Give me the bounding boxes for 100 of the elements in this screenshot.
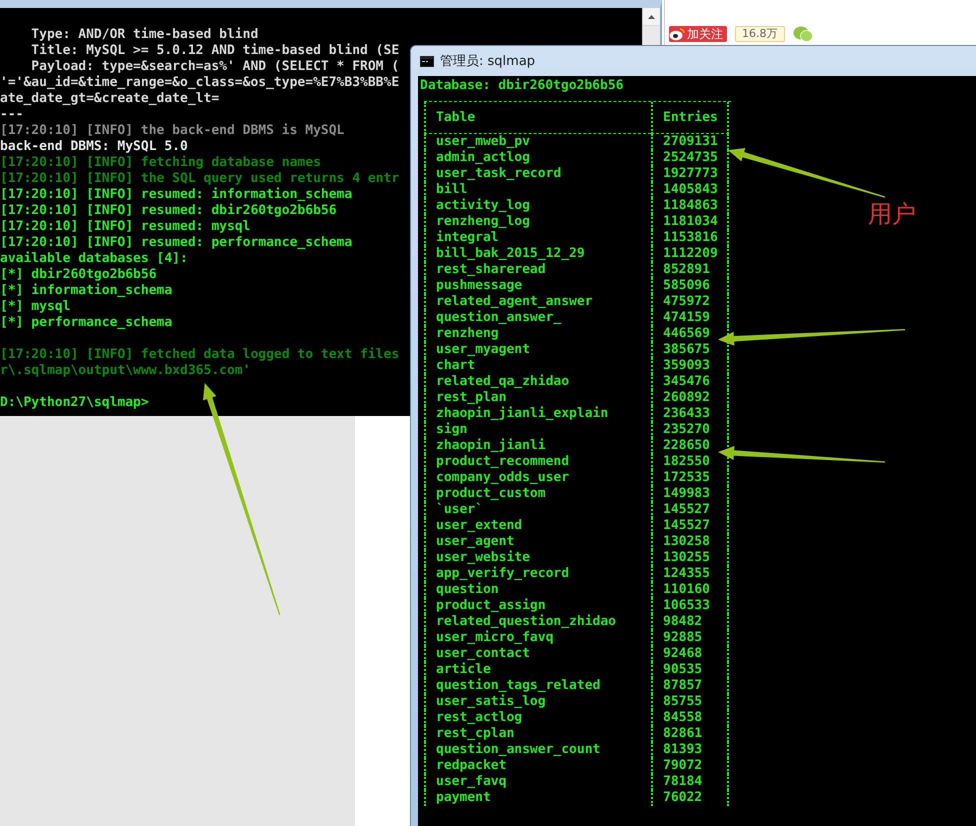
table-name-cell: user_satis_log — [424, 694, 651, 710]
table-name-cell: question_answer_ — [424, 310, 651, 326]
table-name-cell: company_odds_user — [424, 470, 651, 486]
entries-cell: 345476 — [651, 374, 729, 390]
console-line: Type: AND/OR time-based blind — [30, 27, 258, 43]
table-name-cell: user_myagent — [424, 342, 651, 358]
column-header: Table — [424, 102, 651, 134]
console-line: [17:20:10] [INFO] fetching database names — [0, 155, 321, 171]
table-name-cell: chart — [424, 358, 651, 374]
table-name-cell: `user` — [424, 502, 651, 518]
console-line: [17:20:10] [INFO] resumed: performance_schema — [0, 235, 352, 251]
entries-cell: 585096 — [651, 278, 729, 294]
entries-cell: 1405843 — [651, 182, 729, 198]
console-line: --- — [0, 107, 24, 123]
entries-cell: 92885 — [651, 630, 729, 646]
entries-cell: 172535 — [651, 470, 729, 486]
entries-cell: 149983 — [651, 486, 729, 502]
table-name-cell: related_agent_answer — [424, 294, 651, 310]
console-line: [*] performance_schema — [0, 315, 172, 331]
table-name-cell: redpacket — [424, 758, 651, 774]
entries-cell: 85755 — [651, 694, 729, 710]
console-line: [*] dbir260tgo2b6b56 — [0, 267, 157, 283]
console-line: [*] mysql — [0, 299, 70, 315]
annotation-label: 用户 — [868, 199, 916, 230]
console-line: [17:20:10] [INFO] resumed: dbir260tgo2b6b56 — [0, 203, 337, 219]
follow-button[interactable]: 加关注 — [669, 26, 727, 42]
table-name-cell: user_task_record — [424, 166, 651, 182]
table-name-cell: user_mweb_pv — [424, 134, 651, 150]
weibo-icon — [669, 27, 685, 41]
entries-cell: 2524735 — [651, 150, 729, 166]
entries-cell: 110160 — [651, 582, 729, 598]
table-name-cell: user_micro_favq — [424, 630, 651, 646]
entries-cell: 130258 — [651, 534, 729, 550]
console-line: back-end DBMS: MySQL 5.0 — [0, 139, 188, 155]
console-line: ate_date_gt=&create_date_lt= — [0, 91, 220, 107]
entries-cell: 1153816 — [651, 230, 729, 246]
scrollbar[interactable] — [642, 8, 660, 45]
entries-cell: 1181034 — [651, 214, 729, 230]
entries-cell: 474159 — [651, 310, 729, 326]
entries-cell: 76022 — [651, 790, 729, 806]
entries-cell: 82861 — [651, 726, 729, 742]
console-line: [17:20:10] [INFO] the SQL query used returns 4 entr — [0, 171, 400, 187]
entries-cell: 92468 — [651, 646, 729, 662]
entries-cell: 1184863 — [651, 198, 729, 214]
table-name-cell: product_assign — [424, 598, 651, 614]
table-name-cell: user_contact — [424, 646, 651, 662]
table-name-cell: question_answer_count — [424, 742, 651, 758]
table-name-cell: user_extend — [424, 518, 651, 534]
entries-cell: 145527 — [651, 518, 729, 534]
up-arrow-icon — [648, 14, 655, 18]
table-name-cell: product_custom — [424, 486, 651, 502]
table-name-cell: renzheng — [424, 326, 651, 342]
table-name-cell: payment — [424, 790, 651, 806]
table-name-cell: rest_cplan — [424, 726, 651, 742]
console-line: [17:20:10] [INFO] the back-end DBMS is MySQL — [0, 123, 344, 139]
entries-cell: 1927773 — [651, 166, 729, 182]
console-line: D:\Python27\sqlmap> — [0, 394, 149, 411]
table-name-cell: user_favq — [424, 774, 651, 790]
console-line: Payload: type=&search=as%' AND (SELECT * FROM ( — [30, 59, 400, 75]
table-name-cell: rest_shareread — [424, 262, 651, 278]
table-name-cell: bill_bak_2015_12_29 — [424, 246, 651, 262]
entries-cell: 130255 — [651, 550, 729, 566]
scroll-up-button[interactable] — [643, 8, 660, 26]
table-name-cell: user_agent — [424, 534, 651, 550]
table-name-cell: sign — [424, 422, 651, 438]
follower-count: 16.8万 — [735, 26, 784, 42]
window-title: 管理员: sqlmap — [440, 53, 536, 70]
entries-cell: 79072 — [651, 758, 729, 774]
table-name-cell: rest_actlog — [424, 710, 651, 726]
console-line: [*] information_schema — [0, 283, 172, 299]
table-name-cell: rest_plan — [424, 390, 651, 406]
wechat-icon[interactable] — [792, 26, 812, 42]
entries-cell: 81393 — [651, 742, 729, 758]
table-name-cell: user_website — [424, 550, 651, 566]
table-name-cell: question — [424, 582, 651, 598]
table-name-cell: activity_log — [424, 198, 651, 214]
table-name-cell: product_recommend — [424, 454, 651, 470]
console-line: '='&au_id=&time_range=&o_class=&os_type=%E7%B3%BB%E — [0, 75, 400, 91]
console-line: [17:20:10] [INFO] resumed: mysql — [0, 219, 250, 235]
table-name-cell: renzheng_log — [424, 214, 651, 230]
console-line: [17:20:10] [INFO] resumed: information_schema — [0, 187, 352, 203]
table-name-cell: pushmessage — [424, 278, 651, 294]
entries-cell: 78184 — [651, 774, 729, 790]
entries-cell: 2709131 — [651, 134, 729, 150]
entries-cell: 359093 — [651, 358, 729, 374]
table-name-cell: admin_actlog — [424, 150, 651, 166]
table-name-cell: app_verify_record — [424, 566, 651, 582]
table-name-cell: integral — [424, 230, 651, 246]
entries-cell: 1112209 — [651, 246, 729, 262]
entries-cell: 852891 — [651, 262, 729, 278]
entries-cell: 236433 — [651, 406, 729, 422]
entries-cell: 260892 — [651, 390, 729, 406]
entries-cell: 98482 — [651, 614, 729, 630]
console-line: [17:20:10] [INFO] fetched data logged to text files — [0, 346, 400, 363]
table-name-cell: zhaopin_jianli_explain — [424, 406, 651, 422]
table-name-cell: related_qa_zhidao — [424, 374, 651, 390]
table-name-cell: article — [424, 662, 651, 678]
entries-cell: 145527 — [651, 502, 729, 518]
entries-cell: 87857 — [651, 678, 729, 694]
console-line: available databases [4]: — [0, 251, 188, 267]
